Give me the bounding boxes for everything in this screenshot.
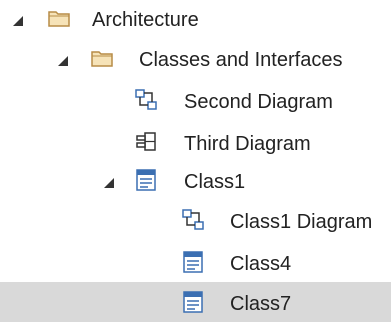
tree-item-label: Class1 Diagram [230,211,373,233]
expand-toggle-icon[interactable] [102,176,116,190]
tree-item-label: Second Diagram [184,91,333,113]
tree-item-second-diagram[interactable]: Second Diagram [0,82,391,122]
expand-toggle-icon[interactable] [11,14,25,28]
folder-icon [47,6,71,30]
tree-item-architecture[interactable]: Architecture [0,0,391,40]
tree-item-classes-and-interfaces[interactable]: Classes and Interfaces [0,40,391,80]
tree-item-label: Class4 [230,253,292,275]
tree-item-class1[interactable]: Class1 [0,162,391,202]
class-diagram-icon [181,208,205,232]
project-browser-tree: { "tree": { "items": [ {"label": "Archit… [0,0,391,322]
tree-item-class7[interactable]: Class7 [0,282,391,322]
component-diagram-icon [134,130,158,154]
tree-item-label: Class1 [184,171,246,193]
tree-item-class4[interactable]: Class4 [0,242,391,282]
tree-item-third-diagram[interactable]: Third Diagram [0,122,391,162]
tree-item-label: Third Diagram [184,133,311,155]
tree-item-class1-diagram[interactable]: Class1 Diagram [0,202,391,242]
class-diagram-icon [134,88,158,112]
folder-icon [90,46,114,70]
expand-toggle-icon[interactable] [56,54,70,68]
class-element-icon [134,168,158,192]
class-element-icon [181,290,205,314]
tree-item-label: Classes and Interfaces [139,49,343,71]
class-element-icon [181,250,205,274]
tree-item-label: Class7 [230,293,292,315]
tree-item-label: Architecture [92,9,199,31]
